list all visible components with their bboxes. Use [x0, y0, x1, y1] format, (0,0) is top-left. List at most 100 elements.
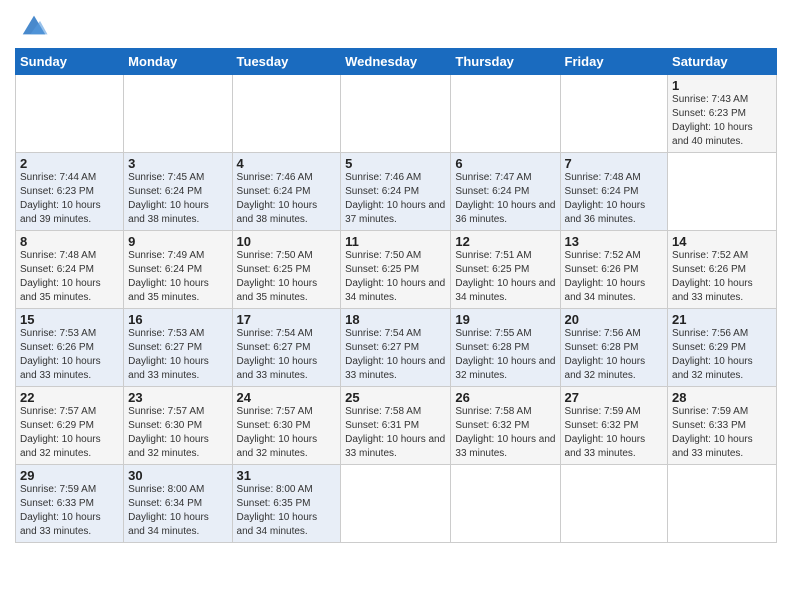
calendar-cell: 4Sunrise: 7:46 AMSunset: 6:24 PMDaylight… — [232, 153, 341, 231]
day-number: 5 — [345, 156, 446, 171]
day-info: Sunrise: 7:50 AMSunset: 6:25 PMDaylight:… — [237, 249, 337, 305]
day-number: 18 — [345, 312, 446, 327]
day-info: Sunrise: 7:50 AMSunset: 6:25 PMDaylight:… — [345, 249, 446, 305]
day-info: Sunrise: 7:58 AMSunset: 6:31 PMDaylight:… — [345, 405, 446, 461]
calendar-cell: 23Sunrise: 7:57 AMSunset: 6:30 PMDayligh… — [124, 387, 232, 465]
day-number: 11 — [345, 234, 446, 249]
calendar-cell — [341, 465, 451, 543]
day-info: Sunrise: 7:56 AMSunset: 6:28 PMDaylight:… — [565, 327, 664, 383]
calendar-cell — [232, 75, 341, 153]
day-info: Sunrise: 7:47 AMSunset: 6:24 PMDaylight:… — [455, 171, 555, 227]
calendar-cell: 26Sunrise: 7:58 AMSunset: 6:32 PMDayligh… — [451, 387, 560, 465]
calendar-cell: 13Sunrise: 7:52 AMSunset: 6:26 PMDayligh… — [560, 231, 668, 309]
day-number: 25 — [345, 390, 446, 405]
calendar-cell — [668, 465, 777, 543]
day-number: 2 — [20, 156, 119, 171]
day-info: Sunrise: 7:57 AMSunset: 6:30 PMDaylight:… — [128, 405, 227, 461]
day-number: 14 — [672, 234, 772, 249]
day-number: 22 — [20, 390, 119, 405]
calendar-cell — [560, 465, 668, 543]
calendar-cell — [16, 75, 124, 153]
calendar-cell: 30Sunrise: 8:00 AMSunset: 6:34 PMDayligh… — [124, 465, 232, 543]
day-info: Sunrise: 7:57 AMSunset: 6:29 PMDaylight:… — [20, 405, 119, 461]
calendar-cell: 9Sunrise: 7:49 AMSunset: 6:24 PMDaylight… — [124, 231, 232, 309]
day-number: 9 — [128, 234, 227, 249]
day-number: 24 — [237, 390, 337, 405]
day-info: Sunrise: 7:53 AMSunset: 6:26 PMDaylight:… — [20, 327, 119, 383]
calendar-cell: 15Sunrise: 7:53 AMSunset: 6:26 PMDayligh… — [16, 309, 124, 387]
day-number: 13 — [565, 234, 664, 249]
day-number: 1 — [672, 78, 772, 93]
calendar-cell: 24Sunrise: 7:57 AMSunset: 6:30 PMDayligh… — [232, 387, 341, 465]
day-info: Sunrise: 7:48 AMSunset: 6:24 PMDaylight:… — [565, 171, 664, 227]
calendar-cell: 8Sunrise: 7:48 AMSunset: 6:24 PMDaylight… — [16, 231, 124, 309]
calendar-cell: 19Sunrise: 7:55 AMSunset: 6:28 PMDayligh… — [451, 309, 560, 387]
calendar-cell: 31Sunrise: 8:00 AMSunset: 6:35 PMDayligh… — [232, 465, 341, 543]
day-info: Sunrise: 7:58 AMSunset: 6:32 PMDaylight:… — [455, 405, 555, 461]
day-number: 26 — [455, 390, 555, 405]
day-header-tuesday: Tuesday — [232, 49, 341, 75]
day-info: Sunrise: 7:56 AMSunset: 6:29 PMDaylight:… — [672, 327, 772, 383]
day-number: 23 — [128, 390, 227, 405]
calendar-cell — [560, 75, 668, 153]
day-info: Sunrise: 7:52 AMSunset: 6:26 PMDaylight:… — [565, 249, 664, 305]
day-number: 29 — [20, 468, 119, 483]
day-info: Sunrise: 7:59 AMSunset: 6:33 PMDaylight:… — [20, 483, 119, 539]
calendar-cell: 22Sunrise: 7:57 AMSunset: 6:29 PMDayligh… — [16, 387, 124, 465]
week-row-5: 29Sunrise: 7:59 AMSunset: 6:33 PMDayligh… — [16, 465, 777, 543]
calendar-cell: 10Sunrise: 7:50 AMSunset: 6:25 PMDayligh… — [232, 231, 341, 309]
day-info: Sunrise: 7:59 AMSunset: 6:33 PMDaylight:… — [672, 405, 772, 461]
calendar-cell — [451, 75, 560, 153]
day-number: 15 — [20, 312, 119, 327]
header — [15, 10, 777, 40]
calendar-cell: 29Sunrise: 7:59 AMSunset: 6:33 PMDayligh… — [16, 465, 124, 543]
calendar-cell: 6Sunrise: 7:47 AMSunset: 6:24 PMDaylight… — [451, 153, 560, 231]
calendar-cell: 21Sunrise: 7:56 AMSunset: 6:29 PMDayligh… — [668, 309, 777, 387]
page-container: SundayMondayTuesdayWednesdayThursdayFrid… — [0, 0, 792, 553]
calendar-cell — [341, 75, 451, 153]
day-info: Sunrise: 7:46 AMSunset: 6:24 PMDaylight:… — [237, 171, 337, 227]
calendar-cell: 12Sunrise: 7:51 AMSunset: 6:25 PMDayligh… — [451, 231, 560, 309]
day-number: 8 — [20, 234, 119, 249]
calendar-cell: 17Sunrise: 7:54 AMSunset: 6:27 PMDayligh… — [232, 309, 341, 387]
day-info: Sunrise: 7:59 AMSunset: 6:32 PMDaylight:… — [565, 405, 664, 461]
day-info: Sunrise: 7:53 AMSunset: 6:27 PMDaylight:… — [128, 327, 227, 383]
calendar-table: SundayMondayTuesdayWednesdayThursdayFrid… — [15, 48, 777, 543]
day-number: 6 — [455, 156, 555, 171]
calendar-cell: 1Sunrise: 7:43 AMSunset: 6:23 PMDaylight… — [668, 75, 777, 153]
day-number: 10 — [237, 234, 337, 249]
day-header-thursday: Thursday — [451, 49, 560, 75]
calendar-cell: 14Sunrise: 7:52 AMSunset: 6:26 PMDayligh… — [668, 231, 777, 309]
day-info: Sunrise: 7:57 AMSunset: 6:30 PMDaylight:… — [237, 405, 337, 461]
calendar-cell: 5Sunrise: 7:46 AMSunset: 6:24 PMDaylight… — [341, 153, 451, 231]
calendar-cell — [668, 153, 777, 231]
calendar-cell — [124, 75, 232, 153]
week-row-2: 8Sunrise: 7:48 AMSunset: 6:24 PMDaylight… — [16, 231, 777, 309]
calendar-cell: 20Sunrise: 7:56 AMSunset: 6:28 PMDayligh… — [560, 309, 668, 387]
day-info: Sunrise: 7:44 AMSunset: 6:23 PMDaylight:… — [20, 171, 119, 227]
calendar-cell: 7Sunrise: 7:48 AMSunset: 6:24 PMDaylight… — [560, 153, 668, 231]
calendar-cell: 16Sunrise: 7:53 AMSunset: 6:27 PMDayligh… — [124, 309, 232, 387]
day-number: 21 — [672, 312, 772, 327]
day-info: Sunrise: 7:51 AMSunset: 6:25 PMDaylight:… — [455, 249, 555, 305]
calendar-cell: 25Sunrise: 7:58 AMSunset: 6:31 PMDayligh… — [341, 387, 451, 465]
week-row-4: 22Sunrise: 7:57 AMSunset: 6:29 PMDayligh… — [16, 387, 777, 465]
day-number: 20 — [565, 312, 664, 327]
day-number: 4 — [237, 156, 337, 171]
day-header-saturday: Saturday — [668, 49, 777, 75]
day-number: 31 — [237, 468, 337, 483]
day-info: Sunrise: 7:45 AMSunset: 6:24 PMDaylight:… — [128, 171, 227, 227]
calendar-cell: 18Sunrise: 7:54 AMSunset: 6:27 PMDayligh… — [341, 309, 451, 387]
calendar-cell — [451, 465, 560, 543]
day-info: Sunrise: 7:54 AMSunset: 6:27 PMDaylight:… — [237, 327, 337, 383]
day-number: 7 — [565, 156, 664, 171]
day-number: 17 — [237, 312, 337, 327]
calendar-cell: 11Sunrise: 7:50 AMSunset: 6:25 PMDayligh… — [341, 231, 451, 309]
week-row-0: 1Sunrise: 7:43 AMSunset: 6:23 PMDaylight… — [16, 75, 777, 153]
day-header-wednesday: Wednesday — [341, 49, 451, 75]
day-number: 12 — [455, 234, 555, 249]
day-info: Sunrise: 7:46 AMSunset: 6:24 PMDaylight:… — [345, 171, 446, 227]
logo — [15, 10, 49, 40]
day-info: Sunrise: 8:00 AMSunset: 6:34 PMDaylight:… — [128, 483, 227, 539]
calendar-cell: 28Sunrise: 7:59 AMSunset: 6:33 PMDayligh… — [668, 387, 777, 465]
